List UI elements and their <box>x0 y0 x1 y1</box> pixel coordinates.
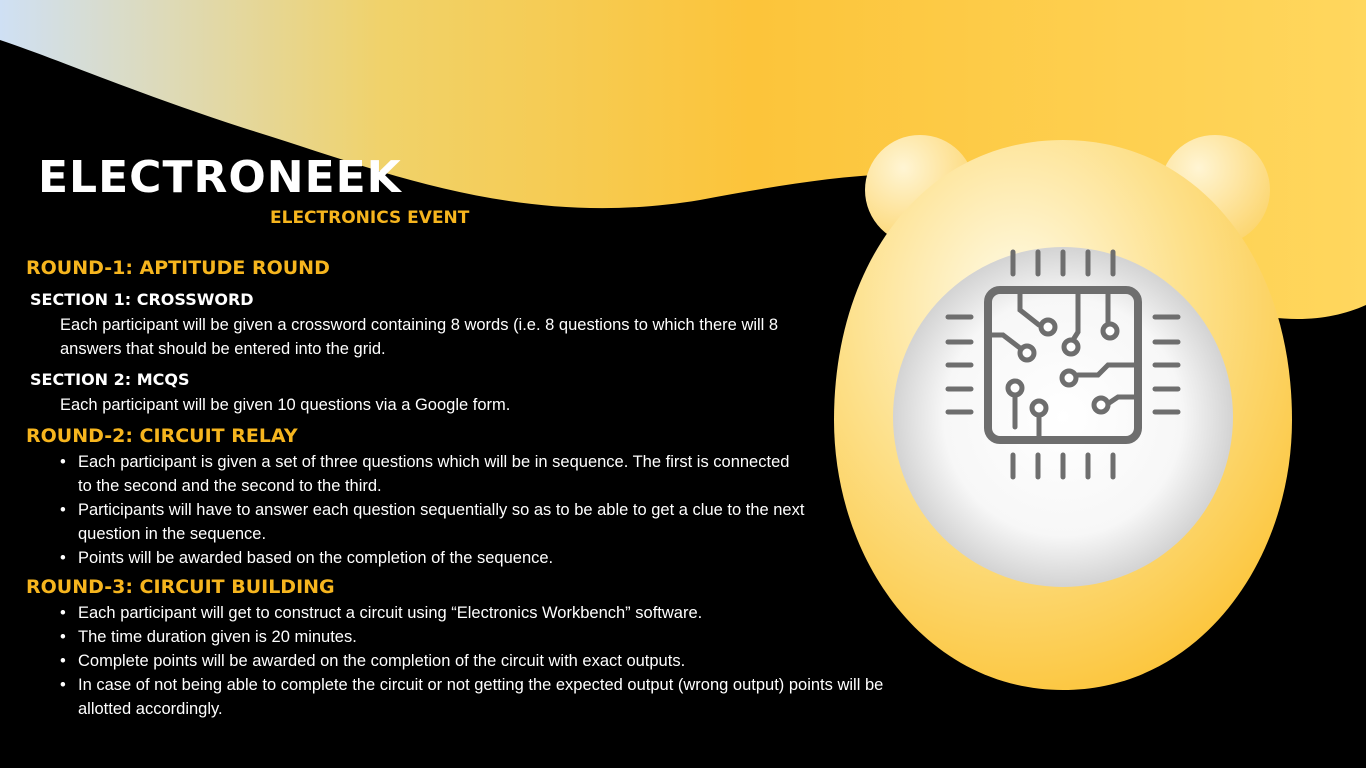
chip-icon-svg <box>945 249 1181 480</box>
list-item: In case of not being able to complete th… <box>58 673 908 721</box>
section-2-heading: SECTION 2: MCQS <box>30 370 190 389</box>
round-2-list: Each participant is given a set of three… <box>58 450 828 570</box>
round-3-list: Each participant will get to construct a… <box>58 601 908 721</box>
list-item: Complete points will be awarded on the c… <box>58 649 908 673</box>
list-item: Each participant will get to construct a… <box>58 601 908 625</box>
circuit-chip-icon <box>893 247 1233 587</box>
round-1-heading: ROUND-1: APTITUDE ROUND <box>26 257 330 279</box>
round-2-heading: ROUND-2: CIRCUIT RELAY <box>26 425 298 447</box>
section-2-text: Each participant will be given 10 questi… <box>60 396 511 414</box>
list-item: Points will be awarded based on the comp… <box>58 546 828 570</box>
list-item: Participants will have to answer each qu… <box>58 498 828 546</box>
section-1-heading: SECTION 1: CROSSWORD <box>30 290 254 309</box>
section-1-text: Each participant will be given a crosswo… <box>60 316 779 358</box>
round-3-heading: ROUND-3: CIRCUIT BUILDING <box>26 576 335 598</box>
list-item: Each participant is given a set of three… <box>58 450 828 498</box>
list-item: The time duration given is 20 minutes. <box>58 625 908 649</box>
